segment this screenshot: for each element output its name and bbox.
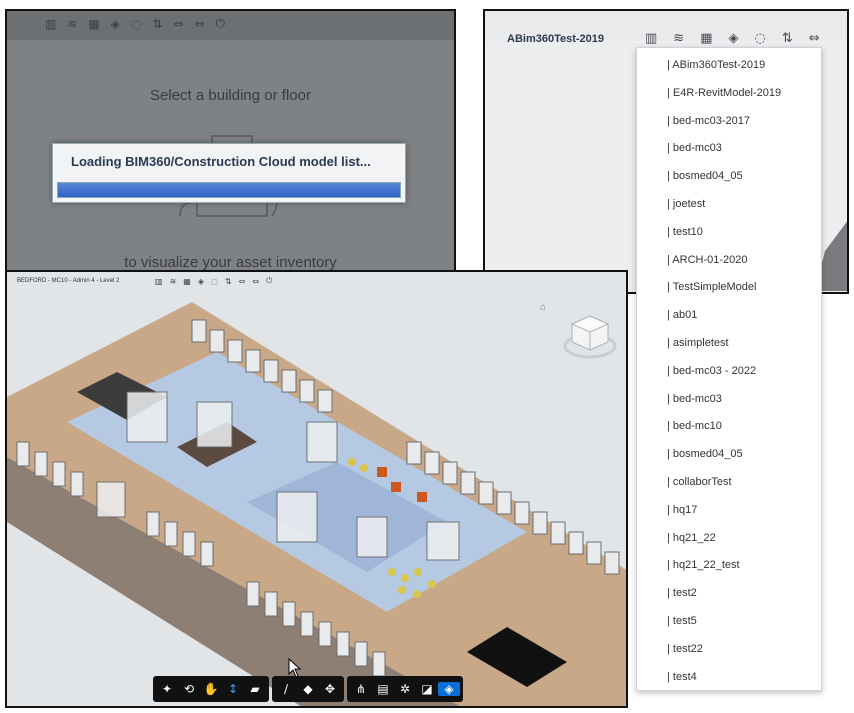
loading-panel: ▥ ≋ ▦ ◈ ◌ ⇅ ⇔ ⇔ ⏻ Select a building or f… [5, 9, 456, 273]
list-item[interactable]: | ab01 [637, 304, 821, 332]
refresh-icon[interactable]: ◌ [131, 17, 141, 31]
list-item[interactable]: | test10 [637, 221, 821, 249]
tag-icon[interactable]: ◈ [111, 17, 120, 31]
model-browser-icon[interactable]: ⋔ [350, 682, 372, 696]
list-item[interactable]: | bed-mc03 - 2022 [637, 360, 821, 388]
layers-icon[interactable]: ≋ [170, 277, 177, 286]
list-item[interactable]: | test4 [637, 666, 821, 694]
layers-icon[interactable]: ≋ [673, 31, 684, 46]
modeling-tools: ∕ ◆ ✥ [272, 676, 344, 702]
list-item[interactable]: | hq21_22 [637, 527, 821, 555]
tag-icon[interactable]: ◈ [729, 31, 739, 46]
list-item[interactable]: | bosmed04_05 [637, 165, 821, 193]
sort-icon[interactable]: ⇅ [782, 31, 793, 46]
view-cube-icon[interactable] [563, 312, 617, 362]
list-item[interactable]: | ARCH-01-2020 [637, 249, 821, 277]
model-dropdown[interactable]: | ABim360Test-2019 | E4R-RevitModel-2019… [636, 47, 822, 691]
viewer-panel: BEDFORD - MC10 - Admin 4 - Level 2 ▥ ≋ ▦… [5, 270, 628, 708]
grid-icon[interactable]: ▦ [183, 277, 191, 286]
sort-icon[interactable]: ⇅ [152, 17, 162, 31]
refresh-icon[interactable]: ◌ [755, 31, 766, 46]
select-prompt: Select a building or floor [150, 87, 311, 104]
home-icon[interactable]: ⌂ [540, 302, 546, 313]
list-item[interactable]: | joetest [637, 193, 821, 221]
camera-icon[interactable]: ▰ [244, 682, 266, 696]
list-item[interactable]: | asimpletest [637, 332, 821, 360]
list-item[interactable]: | TestSimpleModel [637, 276, 821, 304]
settings-icon[interactable]: ✲ [394, 682, 416, 696]
current-model-label[interactable]: ABim360Test-2019 [507, 33, 604, 45]
progress-bar [57, 182, 401, 198]
list-item[interactable]: | test22 [637, 638, 821, 666]
list-item[interactable]: | bed-mc03 [637, 137, 821, 165]
navigation-tools: ✦ ⟲ ✋ ↕ ▰ [153, 676, 269, 702]
list-item[interactable]: | collaborTest [637, 471, 821, 499]
section-icon[interactable]: ◆ [297, 682, 319, 696]
explode-icon[interactable]: ✥ [319, 682, 341, 696]
building-icon[interactable]: ▥ [45, 17, 56, 31]
bottom-toolbar: ✦ ⟲ ✋ ↕ ▰ ∕ ◆ ✥ ⋔ ▤ ✲ ◪ ◈ [153, 676, 463, 702]
floorplan-3d-view[interactable] [7, 272, 628, 708]
top-toolbar: ▥ ≋ ▦ ◈ ◌ ⇅ ⇔ ⇔ ⏻ [7, 11, 454, 40]
list-item[interactable]: | bed-mc03-2017 [637, 110, 821, 138]
viewer-title: BEDFORD - MC10 - Admin 4 - Level 2 [17, 278, 120, 284]
list-item[interactable]: | test5 [637, 610, 821, 638]
list-item[interactable]: | ABim360Test-2019 [637, 54, 821, 82]
grid-icon[interactable]: ▦ [88, 17, 99, 31]
visualize-prompt: to visualize your asset inventory [124, 254, 337, 271]
progress-fill [58, 183, 400, 197]
mouse-cursor-icon [288, 658, 302, 678]
move-icon[interactable]: ⇔ [174, 17, 184, 31]
fullscreen-icon[interactable]: ◪ [416, 682, 438, 696]
list-item[interactable]: | bosmed04_05 [637, 443, 821, 471]
move-icon[interactable]: ⇔ [195, 17, 205, 31]
power-icon[interactable]: ⏻ [266, 276, 272, 286]
power-icon[interactable]: ⏻ [216, 16, 226, 31]
loading-dialog-title: Loading BIM360/Construction Cloud model … [71, 154, 371, 169]
move-icon[interactable]: ⇔ [252, 277, 259, 286]
layers-icon[interactable]: ≋ [67, 17, 77, 31]
move-icon[interactable]: ⇔ [809, 31, 820, 46]
sort-icon[interactable]: ⇅ [225, 277, 232, 286]
orbit-icon[interactable]: ⟲ [178, 682, 200, 696]
list-item[interactable]: | bed-mc10 [637, 415, 821, 443]
building-icon[interactable]: ▥ [645, 31, 657, 46]
building-icon[interactable]: ▥ [155, 277, 163, 286]
toolbar-icons: ▥ ≋ ▦ ◈ ◌ ⇅ ⇔ ⇔ ⏻ [45, 16, 225, 31]
extension-tools: ⋔ ▤ ✲ ◪ ◈ [347, 676, 463, 702]
list-item[interactable]: | hq17 [637, 499, 821, 527]
list-item[interactable]: | bed-mc03 [637, 388, 821, 416]
toolbar-icons: ▥ ≋ ▦ ◈ ◌ ⇅ ⇔ [645, 31, 820, 46]
zoom-icon[interactable]: ↕ [222, 682, 244, 696]
loading-dialog: Loading BIM360/Construction Cloud model … [52, 143, 406, 203]
measure-icon[interactable]: ∕ [275, 682, 297, 696]
pan-icon[interactable]: ✋ [200, 682, 222, 696]
walk-icon[interactable]: ✦ [156, 682, 178, 696]
list-item[interactable]: | test2 [637, 582, 821, 610]
properties-icon[interactable]: ▤ [372, 682, 394, 696]
toolbar-icons: ▥ ≋ ▦ ◈ ◌ ⇅ ⇔ ⇔ ⏻ [155, 276, 272, 286]
grid-icon[interactable]: ▦ [700, 31, 712, 46]
move-icon[interactable]: ⇔ [239, 277, 246, 286]
tag-view-icon[interactable]: ◈ [438, 682, 460, 696]
list-item[interactable]: | hq21_22_test [637, 554, 821, 582]
refresh-icon[interactable]: ◌ [211, 277, 218, 286]
list-item[interactable]: | E4R-RevitModel-2019 [637, 82, 821, 110]
tag-icon[interactable]: ◈ [198, 277, 204, 286]
